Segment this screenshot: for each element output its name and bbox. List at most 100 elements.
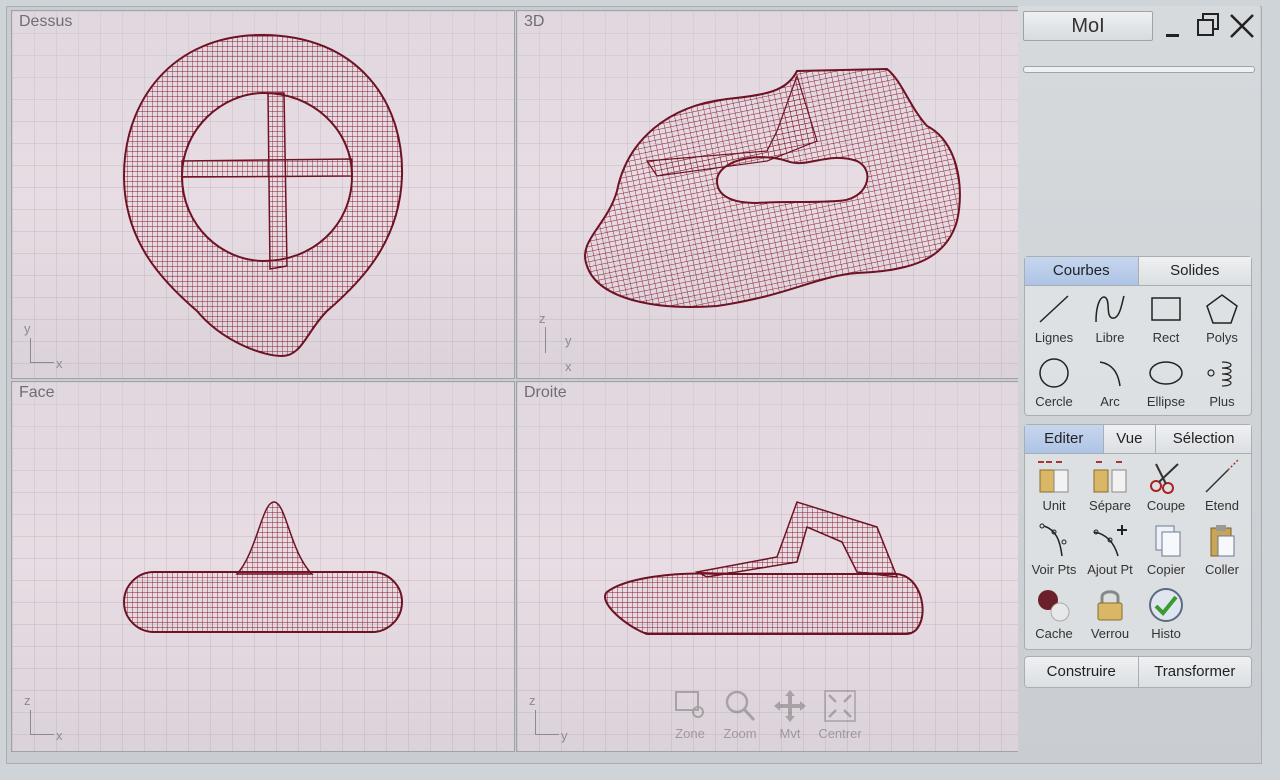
axis-label-x: x (565, 359, 572, 374)
nav-tool-label: Centrer (818, 726, 862, 741)
tool-label: Coller (1205, 562, 1239, 577)
tool-label: Etend (1205, 498, 1239, 513)
tool-label: Copier (1146, 562, 1186, 577)
tool-label: Sépare (1089, 498, 1131, 513)
zoom-button[interactable]: Zoom (718, 688, 762, 741)
perspective-wireframe (584, 67, 961, 308)
join-icon (1038, 461, 1069, 493)
close-button[interactable] (1228, 12, 1256, 45)
tab-courbes[interactable]: Courbes (1025, 257, 1139, 285)
axis-h-line (30, 734, 54, 735)
tool-label: Libre (1095, 330, 1125, 345)
tool-separe[interactable]: Sépare (1082, 458, 1138, 522)
front-view-wireframe (123, 501, 403, 633)
tool-label: Cercle (1035, 394, 1073, 409)
viewport-front[interactable]: Face z x (11, 381, 515, 752)
move-arrows-icon (774, 690, 806, 722)
separate-icon (1093, 461, 1127, 493)
lock-icon (1097, 590, 1123, 621)
restore-icon (1197, 13, 1219, 36)
tool-label: Coupe (1146, 498, 1186, 513)
view-nav-tools: Zone Zoom Mvt Centrer (668, 688, 862, 741)
tab-transformer[interactable]: Transformer (1138, 657, 1251, 687)
top-view-wireframe (122, 33, 404, 358)
viewport-3d[interactable]: 3D z y x (516, 10, 1019, 379)
tool-label: Cache (1035, 626, 1073, 641)
tool-etend[interactable]: Etend (1194, 458, 1250, 522)
tool-voir-pts[interactable]: Voir Pts (1026, 522, 1082, 586)
axis-label-z: z (24, 693, 31, 708)
pan-button[interactable]: Mvt (768, 688, 812, 741)
circle-icon (1039, 358, 1069, 388)
fit-view-icon (824, 690, 856, 722)
tool-label: Ajout Pt (1087, 562, 1133, 577)
tool-verrou[interactable]: Verrou (1082, 586, 1138, 650)
add-point-icon (1093, 525, 1127, 557)
tool-polys[interactable]: Polys (1194, 290, 1250, 354)
command-bar[interactable] (1023, 66, 1255, 73)
construct-transform-tabs: Construire Transformer (1024, 656, 1252, 688)
edit-tabs: Editer Vue Sélection (1025, 425, 1251, 454)
tool-coller[interactable]: Coller (1194, 522, 1250, 586)
scissors-icon (1150, 463, 1179, 494)
tab-solides[interactable]: Solides (1138, 257, 1251, 285)
axis-v-line (535, 710, 536, 734)
nav-tool-label: Zone (675, 726, 705, 741)
axis-label-z: z (539, 311, 546, 326)
axis-v-line (30, 338, 31, 362)
viewport-label: Dessus (19, 13, 73, 30)
tool-ellipse[interactable]: Ellipse (1138, 354, 1194, 418)
tab-construire[interactable]: Construire (1025, 657, 1139, 687)
tool-ajout-pt[interactable]: Ajout Pt (1082, 522, 1138, 586)
tab-vue[interactable]: Vue (1103, 425, 1157, 453)
curves-tool-grid: Lignes Libre Rect Polys Cercle Arc Ellip… (1025, 286, 1251, 422)
close-icon (1230, 14, 1254, 38)
rectangle-icon (1151, 297, 1181, 321)
axis-label-y: y (24, 321, 31, 336)
line-icon (1039, 295, 1069, 323)
freehand-curve-icon (1095, 295, 1125, 323)
tool-cercle[interactable]: Cercle (1026, 354, 1082, 418)
show-points-icon (1039, 523, 1067, 557)
tab-editer[interactable]: Editer (1025, 425, 1104, 453)
tool-histo[interactable]: Histo (1138, 586, 1194, 650)
zone-zoom-icon (675, 691, 704, 718)
polygon-icon (1206, 294, 1238, 324)
axis-h-line (30, 362, 54, 363)
tool-plus[interactable]: Plus (1194, 354, 1250, 418)
tool-label: Verrou (1090, 626, 1130, 641)
tool-unit[interactable]: Unit (1026, 458, 1082, 522)
nav-tool-label: Mvt (779, 726, 801, 741)
tool-label: Voir Pts (1031, 562, 1077, 577)
tool-coupe[interactable]: Coupe (1138, 458, 1194, 522)
viewport-label: 3D (524, 13, 545, 30)
axis-label-x: x (56, 728, 63, 743)
axis-h-line (535, 734, 559, 735)
viewport-top[interactable]: Dessus y x (11, 10, 515, 379)
tool-copier[interactable]: Copier (1138, 522, 1194, 586)
zone-zoom-button[interactable]: Zone (668, 688, 712, 741)
tool-libre[interactable]: Libre (1082, 290, 1138, 354)
arc-icon (1099, 361, 1121, 387)
axis-z-line (545, 327, 546, 353)
tool-rect[interactable]: Rect (1138, 290, 1194, 354)
minimize-button[interactable] (1164, 16, 1182, 45)
center-button[interactable]: Centrer (818, 688, 862, 741)
tool-arc[interactable]: Arc (1082, 354, 1138, 418)
nav-tool-label: Zoom (723, 726, 757, 741)
tool-label: Unit (1042, 498, 1066, 513)
axis-label-z: z (529, 693, 536, 708)
tool-label: Arc (1100, 394, 1120, 409)
tab-selection[interactable]: Sélection (1156, 425, 1251, 453)
main-menu-button[interactable]: MoI (1023, 11, 1153, 41)
hide-icon (1038, 590, 1070, 622)
axis-label-x: x (56, 356, 63, 371)
minimize-icon (1166, 34, 1179, 37)
ellipse-icon (1149, 361, 1183, 385)
maximize-button[interactable] (1195, 12, 1221, 43)
magnifier-icon (725, 690, 756, 722)
tool-label: Plus (1209, 394, 1235, 409)
viewport-label: Droite (524, 384, 567, 401)
tool-lignes[interactable]: Lignes (1026, 290, 1082, 354)
tool-cache[interactable]: Cache (1026, 586, 1082, 650)
